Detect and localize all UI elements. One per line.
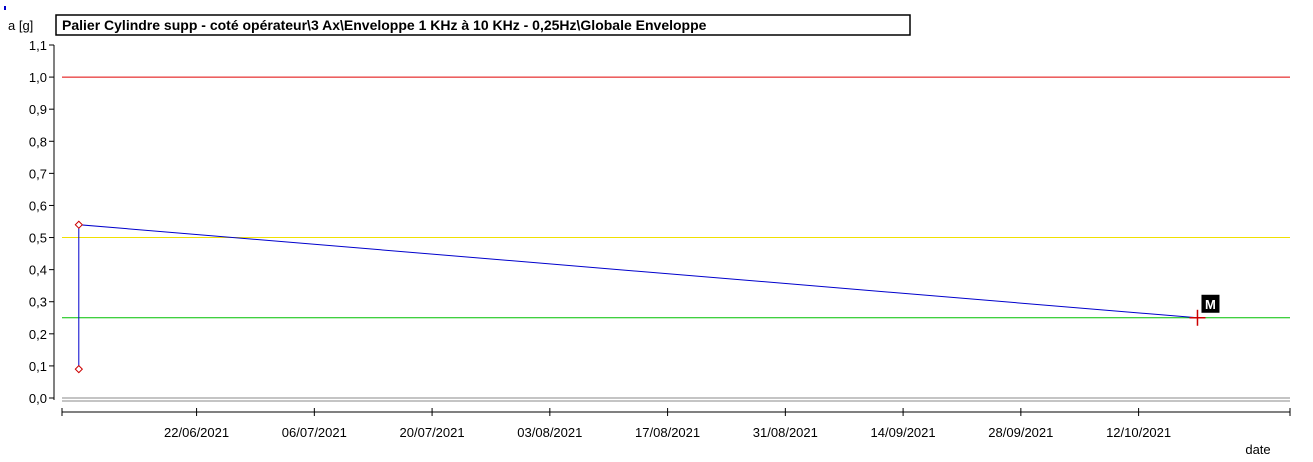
x-tick-label: 22/06/2021 [164,425,229,440]
y-tick-label: 1,0 [29,70,47,85]
x-tick-label: 31/08/2021 [753,425,818,440]
x-tick-label: 03/08/2021 [517,425,582,440]
x-tick-label: 14/09/2021 [871,425,936,440]
trend-chart: a [g] Palier Cylindre supp - coté opérat… [0,0,1313,462]
corner-marker [4,6,6,10]
y-tick-label: 0,3 [29,295,47,310]
x-tick-label: 17/08/2021 [635,425,700,440]
x-tick-label: 12/10/2021 [1106,425,1171,440]
y-tick-label: 1,1 [29,38,47,53]
cursor-marker[interactable]: M [1201,294,1220,313]
x-tick-label: 06/07/2021 [282,425,347,440]
y-tick-label: 0,9 [29,102,47,117]
y-tick-label: 0,7 [29,166,47,181]
chart-title-box: Palier Cylindre supp - coté opérateur\3 … [55,14,911,36]
y-tick-label: 0,6 [29,198,47,213]
y-tick-label: 0,2 [29,327,47,342]
y-tick-label: 0,0 [29,391,47,406]
y-tick-label: 0,4 [29,263,47,278]
cursor-label[interactable]: M [1205,297,1216,312]
chart-title: Palier Cylindre supp - coté opérateur\3 … [62,17,707,33]
y-tick-label: 0,8 [29,134,47,149]
y-axis-unit-label: a [g] [8,18,33,33]
x-axis-label: date [1245,442,1270,457]
y-tick-label: 0,5 [29,231,47,246]
x-tick-label: 20/07/2021 [400,425,465,440]
x-tick-label: 28/09/2021 [988,425,1053,440]
chart-background [0,0,1313,462]
y-tick-label: 0,1 [29,359,47,374]
